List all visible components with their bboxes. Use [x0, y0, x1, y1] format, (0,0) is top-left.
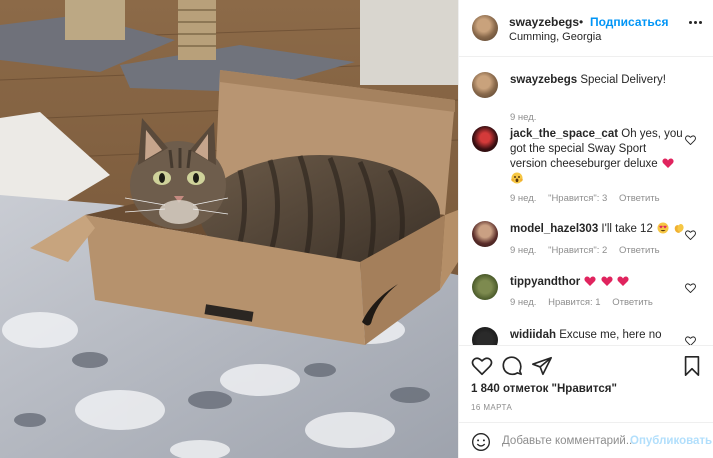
comment-time[interactable]: 9 нед. [510, 297, 536, 308]
comments-list[interactable]: swayzebegs Special Delivery! 9 нед. jack… [459, 57, 713, 345]
reply-button[interactable]: Ответить [612, 297, 653, 308]
post-photo[interactable] [0, 0, 458, 458]
avatar[interactable] [472, 126, 498, 152]
clap-emoji [674, 224, 684, 233]
caption-body: Special Delivery! [580, 74, 666, 86]
caption-username[interactable]: swayzebegs [510, 74, 577, 86]
comment-like-icon[interactable] [685, 335, 696, 345]
comment-text: tippyandthor [510, 275, 686, 290]
heart-emoji [601, 276, 613, 286]
comment-like-icon[interactable] [685, 282, 696, 294]
avatar[interactable] [472, 327, 498, 345]
heart-emoji [584, 276, 597, 286]
likes-count[interactable]: 1 840 отметок "Нравится" [471, 383, 617, 395]
comment-icon[interactable] [501, 355, 523, 377]
avatar[interactable] [472, 72, 498, 98]
comment-likes[interactable]: "Нравится": 2 [548, 245, 607, 256]
caption-text: swayzebegs Special Delivery! [510, 73, 686, 88]
post-actions: 1 840 отметок "Нравится" 16 МАРТА Добавь… [459, 345, 713, 458]
comment-username[interactable]: widiidah [510, 329, 556, 341]
post-date[interactable]: 16 МАРТА [471, 403, 512, 412]
post-header: swayzebegs • Подписаться Cumming, Georgi… [459, 0, 713, 57]
caption-meta: 9 нед. [510, 112, 545, 123]
avatar[interactable] [472, 15, 498, 41]
comment-body: Excuse me, here no [559, 329, 662, 341]
reply-button[interactable]: Ответить [619, 245, 660, 256]
add-comment-bar: Добавьте комментарий... Опубликовать [459, 422, 713, 458]
comment-body: I'll take 12 [601, 223, 653, 235]
comment-text: jack_the_space_cat Oh yes, you got the s… [510, 127, 686, 187]
caption-time[interactable]: 9 нед. [510, 112, 536, 123]
smiley-face-icon[interactable] [471, 432, 491, 452]
like-heart-icon[interactable] [471, 355, 493, 377]
comment-like-icon[interactable] [685, 134, 696, 146]
author-username[interactable]: swayzebegs [509, 15, 579, 29]
post-details-panel: swayzebegs • Подписаться Cumming, Georgi… [458, 0, 713, 458]
share-icon[interactable] [531, 355, 553, 377]
comment-like-icon[interactable] [685, 229, 696, 241]
instagram-post: swayzebegs • Подписаться Cumming, Georgi… [0, 0, 713, 458]
heart-emoji [662, 158, 674, 168]
follow-button[interactable]: Подписаться [590, 15, 668, 29]
more-options-icon[interactable] [689, 21, 703, 25]
comment-text: model_hazel303 I'll take 12 [510, 222, 686, 237]
save-bookmark-icon[interactable] [681, 355, 703, 377]
comment-meta: 9 нед. Нравится: 1 Ответить [510, 297, 662, 308]
comment-time[interactable]: 9 нед. [510, 245, 536, 256]
heart-emoji [617, 276, 629, 286]
comment-input[interactable]: Добавьте комментарий... [502, 435, 635, 447]
avatar[interactable] [472, 221, 498, 247]
comment-username[interactable]: tippyandthor [510, 276, 580, 288]
comment-likes[interactable]: Нравится: 1 [548, 297, 600, 308]
comment-meta: 9 нед. "Нравится": 3 Ответить [510, 193, 669, 204]
scream-emoji [511, 172, 523, 184]
publish-button[interactable]: Опубликовать [630, 435, 712, 447]
comment-meta: 9 нед. "Нравится": 2 Ответить [510, 245, 669, 256]
reply-button[interactable]: Ответить [619, 193, 660, 204]
cat-in-box-image [0, 0, 458, 458]
comment-username[interactable]: model_hazel303 [510, 223, 598, 235]
post-location[interactable]: Cumming, Georgia [509, 31, 601, 43]
header-separator: • [579, 15, 584, 29]
avatar[interactable] [472, 274, 498, 300]
heart-eyes-emoji [657, 222, 669, 234]
comment-time[interactable]: 9 нед. [510, 193, 536, 204]
comment-text: widiidah Excuse me, here no [510, 328, 686, 343]
comment-username[interactable]: jack_the_space_cat [510, 128, 618, 140]
comment-likes[interactable]: "Нравится": 3 [548, 193, 607, 204]
